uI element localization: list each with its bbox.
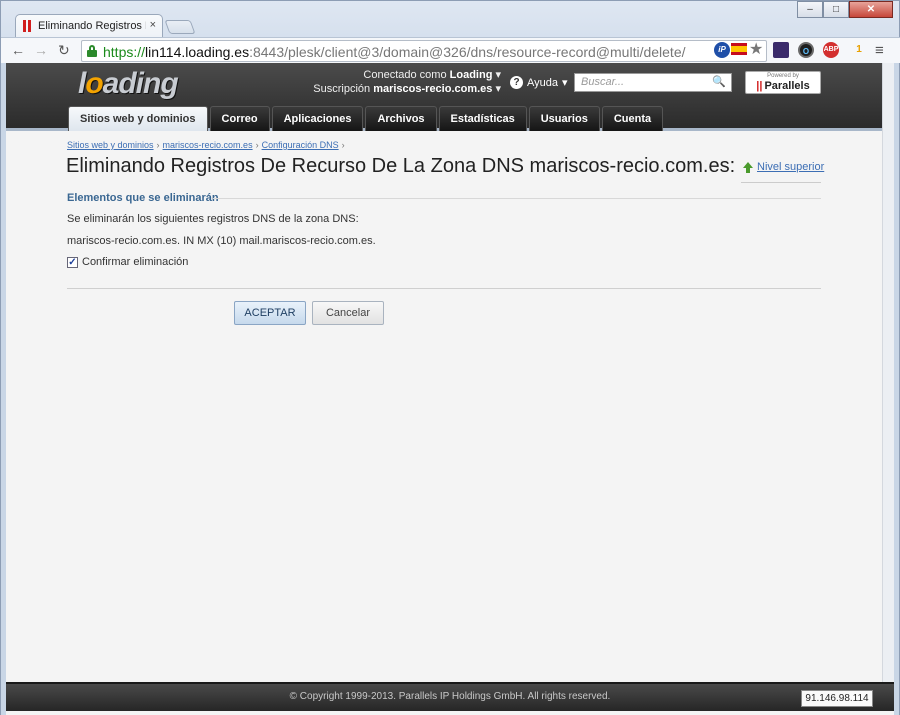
- tab-websites-domains[interactable]: Sitios web y dominios: [68, 106, 208, 131]
- tab-statistics[interactable]: Estadísticas: [438, 106, 527, 131]
- tab-title: Eliminando Registros De R: [38, 20, 146, 32]
- extension-puzzle-icon[interactable]: [773, 42, 789, 58]
- lock-icon: [87, 45, 97, 57]
- tab-files[interactable]: Archivos: [365, 106, 437, 131]
- maximize-button[interactable]: □: [823, 1, 849, 18]
- notification-badge-icon[interactable]: 1: [851, 42, 867, 58]
- loading-logo[interactable]: loading: [78, 67, 179, 101]
- parallels-badge[interactable]: Powered by || Parallels: [745, 71, 821, 94]
- tab-close-icon[interactable]: ×: [150, 19, 156, 31]
- new-tab-button[interactable]: [164, 20, 196, 34]
- intro-text: Se eliminarán los siguientes registros D…: [67, 213, 359, 225]
- ip-extension-icon[interactable]: iP: [714, 42, 730, 58]
- parallels-favicon-icon: [23, 20, 33, 32]
- spain-flag-icon[interactable]: ES: [731, 43, 747, 55]
- breadcrumb: Sitios web y dominios › mariscos-recio.com…: [67, 140, 345, 150]
- help-label: Ayuda: [527, 76, 558, 89]
- tab-account[interactable]: Cuenta: [601, 106, 664, 131]
- chevron-down-icon: ▾: [562, 77, 568, 89]
- search-icon[interactable]: 🔍: [712, 75, 726, 88]
- tab-applications[interactable]: Aplicaciones: [271, 106, 364, 131]
- confirm-row: ✓ Confirmar eliminación: [67, 256, 188, 268]
- forward-arrow-icon[interactable]: →: [34, 42, 48, 58]
- breadcrumb-websites[interactable]: Sitios web y dominios: [67, 140, 154, 150]
- up-level-link[interactable]: Nivel superior: [743, 161, 824, 173]
- page-title: Eliminando Registros De Recurso De La Zo…: [66, 155, 736, 177]
- minimize-button[interactable]: –: [797, 1, 823, 18]
- browser-chrome: Eliminando Registros De R × – □ ✕ ← → ↻ …: [0, 0, 900, 64]
- browser-toolbar: ← → ↻ https://lin114.loading.es:8443/ple…: [1, 37, 900, 64]
- up-arrow-icon: [743, 161, 753, 173]
- copyright-text: © Copyright 1999-2013. Parallels IP Hold…: [289, 691, 611, 702]
- close-window-button[interactable]: ✕: [849, 1, 893, 18]
- cancel-button[interactable]: Cancelar: [312, 301, 384, 325]
- browser-tab[interactable]: Eliminando Registros De R ×: [15, 14, 163, 37]
- reload-icon[interactable]: ↻: [58, 42, 70, 59]
- subscription-menu[interactable]: mariscos-recio.com.es: [373, 83, 492, 95]
- tab-mail[interactable]: Correo: [209, 106, 270, 131]
- form-divider: [67, 288, 821, 289]
- title-divider: [741, 182, 821, 183]
- confirm-label[interactable]: Confirmar eliminación: [82, 256, 188, 268]
- server-ip-badge: 91.146.98.114: [801, 690, 873, 707]
- breadcrumb-domain[interactable]: mariscos-recio.com.es: [163, 140, 253, 150]
- main-nav-tabs: Sitios web y dominios Correo Aplicacione…: [68, 106, 664, 131]
- section-title: Elementos que se eliminarán: [67, 192, 219, 204]
- bookmark-star-icon[interactable]: ★: [749, 39, 763, 59]
- connected-user-menu[interactable]: Loading: [450, 69, 493, 81]
- confirm-checkbox[interactable]: ✓: [67, 256, 78, 268]
- menu-icon[interactable]: ≡: [875, 42, 884, 59]
- tab-users[interactable]: Usuarios: [528, 106, 600, 131]
- ok-button[interactable]: ACEPTAR: [234, 301, 306, 325]
- help-question-icon: ?: [510, 76, 523, 89]
- connected-label: Conectado como: [363, 69, 447, 81]
- window-controls: – □ ✕: [797, 1, 893, 18]
- help-menu[interactable]: ? Ayuda ▾: [510, 76, 568, 89]
- footer: © Copyright 1999-2013. Parallels IP Hold…: [6, 682, 894, 711]
- subscription-label: Suscripción: [313, 83, 371, 95]
- plesk-header: loading Conectado como Loading ▾ Suscrip…: [6, 63, 894, 131]
- dns-record-text: mariscos-recio.com.es. IN MX (10) mail.m…: [67, 235, 376, 247]
- lens-extension-icon[interactable]: O: [798, 42, 814, 58]
- adblock-icon[interactable]: ABP: [823, 42, 839, 58]
- address-bar[interactable]: https://lin114.loading.es:8443/plesk/cli…: [81, 40, 767, 62]
- url-text: https://lin114.loading.es:8443/plesk/cli…: [103, 44, 686, 60]
- session-info: Conectado como Loading ▾ Suscripción mar…: [313, 69, 501, 95]
- search-input[interactable]: Buscar... 🔍: [574, 73, 732, 92]
- breadcrumb-dns-settings[interactable]: Configuración DNS: [262, 140, 339, 150]
- window-frame-right: [894, 63, 900, 715]
- plesk-page: loading Conectado como Loading ▾ Suscrip…: [6, 63, 894, 715]
- vertical-scrollbar[interactable]: [882, 63, 894, 682]
- section-divider: [213, 198, 821, 199]
- back-arrow-icon[interactable]: ←: [11, 42, 25, 58]
